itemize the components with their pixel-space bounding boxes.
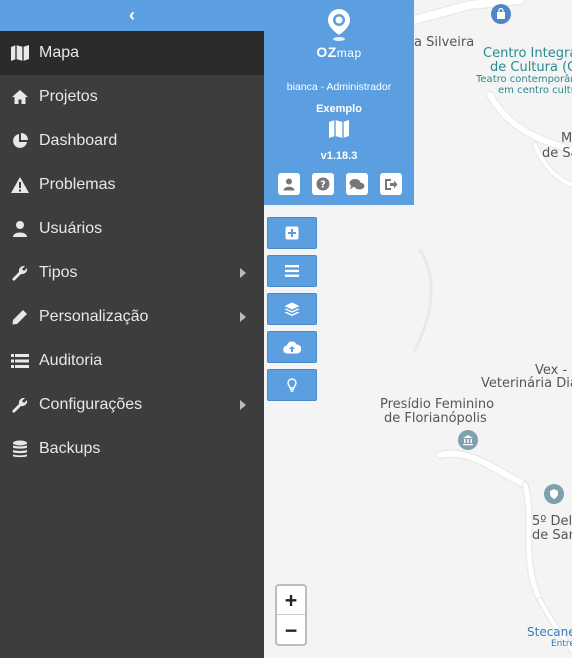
logout-icon (385, 178, 398, 190)
sidebar-collapse-button[interactable]: ‹ (0, 0, 264, 31)
layers-button[interactable] (267, 293, 317, 325)
chevron-left-icon: ‹ (129, 5, 135, 25)
map-label-teatro: Teatro contemporân (476, 74, 572, 85)
cloud-upload-icon (283, 340, 301, 354)
chat-button[interactable] (346, 173, 368, 195)
sidebar-item-label: Projetos (39, 88, 98, 105)
project-map-icon[interactable] (328, 119, 350, 141)
wrench-icon (10, 395, 30, 415)
sidebar-item-label: Dashboard (39, 132, 118, 149)
sidebar-item-configuracoes[interactable]: Configurações (0, 383, 264, 427)
logo-text-main: OZ (316, 44, 337, 60)
map-label-m: M (561, 131, 572, 146)
sidebar-menu: Mapa Projetos Dashboard Problemas Usuári… (0, 31, 264, 471)
submenu-arrow-icon (240, 312, 246, 322)
sidebar-item-label: Problemas (39, 176, 116, 193)
menu-icon (285, 265, 299, 277)
map-label-teatro-2: em centro cultu (498, 85, 572, 96)
sidebar-item-label: Auditoria (39, 352, 103, 369)
chat-icon (349, 178, 365, 189)
pencil-icon (10, 307, 30, 327)
profile-button[interactable] (278, 173, 300, 195)
sidebar-item-mapa[interactable]: Mapa (0, 31, 264, 75)
zoom-in-button[interactable]: + (277, 586, 305, 615)
current-user: bianca - Administrador (286, 81, 392, 93)
sidebar: ‹ Mapa Projetos Dashboard Problemas Usuá… (0, 0, 264, 658)
project-name: Exemplo (316, 103, 362, 115)
user-icon (283, 178, 295, 190)
poi-government-icon[interactable] (458, 430, 478, 450)
sidebar-item-label: Tipos (39, 264, 78, 281)
zoom-control: + − (275, 584, 307, 646)
list-icon (10, 351, 30, 371)
sidebar-item-label: Personalização (39, 308, 149, 325)
map-label-de-sa: de Sa (542, 146, 572, 161)
help-button[interactable]: ? (312, 173, 334, 195)
map-label-entre: Entre (551, 639, 572, 649)
sidebar-item-label: Usuários (39, 220, 103, 237)
map-icon (10, 43, 30, 63)
sidebar-item-problemas[interactable]: Problemas (0, 163, 264, 207)
user-icon (10, 219, 30, 239)
pie-chart-icon (10, 131, 30, 151)
svg-text:?: ? (320, 180, 326, 191)
map-label-street: a Silveira (414, 35, 475, 50)
wrench-icon (10, 263, 30, 283)
app-version: v1.18.3 (320, 150, 358, 162)
map-label-stecane: Stecane (527, 625, 572, 639)
sidebar-item-label: Configurações (39, 396, 143, 413)
profile-panel: OZmap bianca - Administrador Exemplo v1.… (264, 0, 414, 205)
sidebar-item-personalizacao[interactable]: Personalização (0, 295, 264, 339)
map-label-florianopolis: de Florianópolis (384, 411, 487, 426)
list-button[interactable] (267, 255, 317, 287)
logo-text-sub: map (336, 46, 362, 60)
sidebar-item-label: Mapa (39, 44, 80, 61)
home-icon (10, 87, 30, 107)
logout-button[interactable] (380, 173, 402, 195)
app-logo: OZmap (264, 8, 414, 60)
sidebar-item-backups[interactable]: Backups (0, 427, 264, 471)
sidebar-item-projetos[interactable]: Projetos (0, 75, 264, 119)
submenu-arrow-icon (240, 400, 246, 410)
map-label-veterinaria: Veterinária Dia (481, 376, 572, 391)
lightbulb-icon (287, 378, 297, 392)
sidebar-item-auditoria[interactable]: Auditoria (0, 339, 264, 383)
sidebar-item-tipos[interactable]: Tipos (0, 251, 264, 295)
sidebar-item-label: Backups (39, 440, 101, 457)
sidebar-item-dashboard[interactable]: Dashboard (0, 119, 264, 163)
location-pin-icon (328, 9, 350, 41)
profile-actions: ? (278, 173, 402, 195)
add-element-button[interactable] (267, 217, 317, 249)
help-icon: ? (316, 177, 330, 191)
map-label-de-san: de San (532, 528, 572, 543)
sidebar-item-usuarios[interactable]: Usuários (0, 207, 264, 251)
zoom-out-button[interactable]: − (277, 615, 305, 644)
submenu-arrow-icon (240, 268, 246, 278)
add-icon (285, 226, 299, 240)
warning-icon (10, 175, 30, 195)
layers-icon (284, 302, 300, 316)
map-toolbar (267, 217, 317, 407)
poi-police-icon[interactable] (544, 484, 564, 504)
upload-button[interactable] (267, 331, 317, 363)
poi-shopping-icon[interactable] (491, 4, 511, 24)
database-icon (10, 439, 30, 459)
tips-button[interactable] (267, 369, 317, 401)
